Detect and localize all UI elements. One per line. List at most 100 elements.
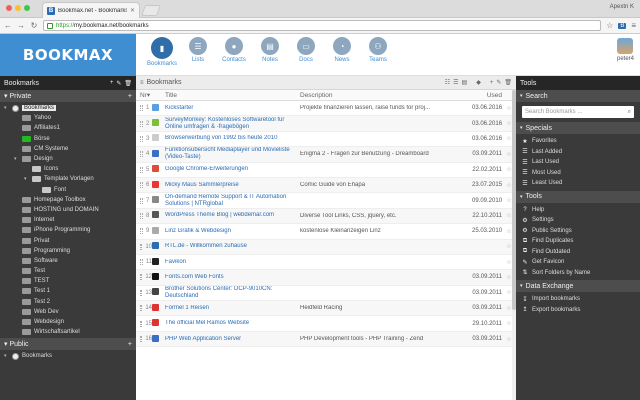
add-private-icon[interactable]: + bbox=[128, 93, 132, 100]
drag-handle-icon[interactable] bbox=[140, 289, 143, 296]
expand-triangle-icon[interactable]: ▾ bbox=[24, 176, 29, 182]
tree-folder[interactable]: CM Systeme bbox=[0, 144, 136, 154]
nav-lists[interactable]: ☰ Lists bbox=[184, 37, 212, 67]
specials-section-header[interactable]: ▾ Specials bbox=[516, 122, 640, 134]
bookmark-title-link[interactable]: Google Chrome-Erweiterungen bbox=[162, 166, 300, 173]
tree-folder[interactable]: Yahoo bbox=[0, 113, 136, 123]
drag-handle-icon[interactable] bbox=[140, 336, 143, 343]
tree-folder[interactable]: Internet bbox=[0, 215, 136, 225]
menu-icon[interactable]: ≡ bbox=[631, 21, 636, 30]
nav-docs[interactable]: ▭ Docs bbox=[292, 37, 320, 67]
bookmark-star-icon[interactable]: ☆ bbox=[606, 21, 613, 30]
tree-folder[interactable]: iPhone Programming bbox=[0, 225, 136, 235]
table-row[interactable]: 2 SurveyMonkey: Kostenloses Softwaretool … bbox=[136, 116, 516, 132]
tool-item[interactable]: ⇅ Sort Folders by Name bbox=[522, 268, 634, 279]
minimize-window-button[interactable] bbox=[15, 5, 21, 11]
bookmark-title-link[interactable]: On-demand Remote Support & IT Automation… bbox=[162, 194, 300, 208]
nav-teams[interactable]: ⚇ Teams bbox=[364, 37, 392, 67]
col-used[interactable]: Used bbox=[472, 92, 502, 99]
tools-section-header[interactable]: ▾ Tools bbox=[516, 190, 640, 203]
extension-icon[interactable]: B bbox=[618, 22, 627, 29]
table-row[interactable]: 4 Funktionsübersicht Mediaplayer und Movi… bbox=[136, 147, 516, 163]
tree-folder[interactable]: Privat bbox=[0, 235, 136, 245]
nav-notes[interactable]: ▤ Notes bbox=[256, 37, 284, 67]
bookmark-title-link[interactable]: WordPress Theme Blog | webdemar.com bbox=[162, 212, 300, 219]
browser-tab[interactable]: B Bookmax.net - Bookmarks ✕ bbox=[42, 2, 140, 18]
tool-item[interactable]: ⚙ Public Settings bbox=[522, 226, 634, 237]
tree-folder[interactable]: Test bbox=[0, 266, 136, 276]
drag-handle-icon[interactable] bbox=[140, 166, 143, 173]
tag-icon[interactable]: ◆ bbox=[476, 79, 481, 86]
nav-news[interactable]: ◔ News bbox=[328, 37, 356, 67]
tool-item[interactable]: ⧉ Find Duplicates bbox=[522, 236, 634, 247]
delete-folder-icon[interactable]: 🗑 bbox=[124, 80, 132, 87]
drag-handle-icon[interactable] bbox=[140, 228, 143, 235]
bookmark-title-link[interactable]: Brother Solutions Center: DCP-9010CN: De… bbox=[162, 286, 300, 300]
tree-folder[interactable]: Test 1 bbox=[0, 286, 136, 296]
tree-folder[interactable]: Wirtschaftsartikel bbox=[0, 327, 136, 337]
private-section-header[interactable]: ▾ Private + bbox=[0, 90, 136, 102]
add-bookmark-icon[interactable]: + bbox=[490, 80, 494, 86]
table-row[interactable]: 14 Formel 1 Reisen Heidfeld Racing 03.09.20… bbox=[136, 301, 516, 317]
tool-item[interactable]: ⧉ Find Outdated bbox=[522, 247, 634, 258]
bookmark-title-link[interactable]: Browserwerbung von 1992 bis heute 2010 bbox=[162, 135, 300, 142]
tool-item[interactable]: ↥ Export bookmarks bbox=[522, 305, 634, 316]
maximize-window-button[interactable] bbox=[24, 5, 30, 11]
bookmark-title-link[interactable]: RTL.de - Willkommen zuhause bbox=[162, 243, 300, 250]
drag-handle-icon[interactable] bbox=[140, 135, 143, 142]
tree-folder[interactable]: ▾ Design bbox=[0, 154, 136, 164]
back-icon[interactable]: ← bbox=[4, 21, 12, 30]
tree-folder[interactable]: Affiliates1 bbox=[0, 123, 136, 133]
tool-item[interactable]: ☰ Last Used bbox=[522, 157, 634, 168]
drag-handle-icon[interactable] bbox=[140, 182, 143, 189]
logo[interactable]: BOOKMAX bbox=[0, 34, 136, 76]
drag-handle-icon[interactable] bbox=[140, 212, 143, 219]
bookmark-title-link[interactable]: Funktionsübersicht Mediaplayer und Movie… bbox=[162, 147, 300, 161]
close-window-button[interactable] bbox=[6, 5, 12, 11]
table-row[interactable]: 10 RTL.de - Willkommen zuhause ☆ bbox=[136, 239, 516, 255]
drag-handle-icon[interactable] bbox=[140, 197, 143, 204]
drag-handle-icon[interactable] bbox=[140, 243, 143, 250]
new-tab-button[interactable] bbox=[140, 5, 162, 16]
view-list-icon[interactable]: ☰ bbox=[453, 79, 458, 86]
tree-folder[interactable]: HOSTING und DOMAIN bbox=[0, 205, 136, 215]
url-input[interactable]: https://my.bookmax.net/bookmarks bbox=[43, 20, 602, 31]
drag-handle-icon[interactable] bbox=[140, 105, 143, 112]
tree-folder[interactable]: Börse bbox=[0, 134, 136, 144]
table-row[interactable]: 8 WordPress Theme Blog | webdemar.com Dive… bbox=[136, 208, 516, 225]
user-menu[interactable]: peter4 bbox=[617, 38, 634, 62]
tree-folder[interactable]: Homepage Toolbox bbox=[0, 195, 136, 205]
table-row[interactable]: 13 Brother Solutions Center: DCP-9010CN: … bbox=[136, 286, 516, 302]
add-public-icon[interactable]: + bbox=[128, 341, 132, 348]
tool-item[interactable]: ↧ Import bookmarks bbox=[522, 294, 634, 305]
expand-triangle-icon[interactable]: ▾ bbox=[4, 105, 9, 111]
tree-folder[interactable]: Font bbox=[0, 185, 136, 195]
view-detail-icon[interactable]: ▤ bbox=[462, 79, 468, 86]
drag-handle-icon[interactable] bbox=[140, 259, 143, 266]
list-menu-icon[interactable]: ≡ bbox=[140, 80, 144, 86]
bookmark-title-link[interactable]: The official Mel Ramos Website bbox=[162, 320, 300, 327]
tool-item[interactable]: ? Help bbox=[522, 205, 634, 216]
search-input[interactable]: Search Bookmarks ... ⌕ bbox=[522, 106, 634, 118]
tree-folder[interactable]: Web Dev bbox=[0, 307, 136, 317]
tree-folder[interactable]: ▾ Template Vorlagen bbox=[0, 174, 136, 184]
tool-item[interactable]: ★ Favorites bbox=[522, 136, 634, 147]
tool-item[interactable]: ☰ Least Used bbox=[522, 178, 634, 189]
tool-item[interactable]: ☰ Last Added bbox=[522, 147, 634, 158]
col-description[interactable]: Description bbox=[300, 92, 472, 99]
table-row[interactable]: 3 Browserwerbung von 1992 bis heute 2010 0… bbox=[136, 132, 516, 148]
bookmark-title-link[interactable]: Linz Grafik & Webdesign bbox=[162, 228, 300, 235]
tree-folder[interactable]: Programming bbox=[0, 246, 136, 256]
data-exchange-section-header[interactable]: ▾ Data Exchange bbox=[516, 280, 640, 292]
tree-folder[interactable]: ▾ Bookmarks bbox=[0, 351, 136, 361]
tool-item[interactable]: ✎ Get Favicon bbox=[522, 257, 634, 268]
table-row[interactable]: 5 Google Chrome-Erweiterungen 22.02.2011 ☆ bbox=[136, 163, 516, 178]
edit-bookmark-icon[interactable]: ✎ bbox=[496, 79, 501, 86]
bookmark-title-link[interactable]: Favikon bbox=[162, 259, 300, 266]
tree-folder[interactable]: Webdesign bbox=[0, 317, 136, 327]
edit-folder-icon[interactable]: ✎ bbox=[116, 80, 121, 87]
tree-folder[interactable]: ▾ Bookmarks bbox=[0, 103, 136, 113]
table-row[interactable]: 9 Linz Grafik & Webdesign kostenlose Klein… bbox=[136, 224, 516, 240]
tree-folder[interactable]: Icons bbox=[0, 164, 136, 174]
table-row[interactable]: 15 The official Mel Ramos Website 29.10.20… bbox=[136, 316, 516, 332]
